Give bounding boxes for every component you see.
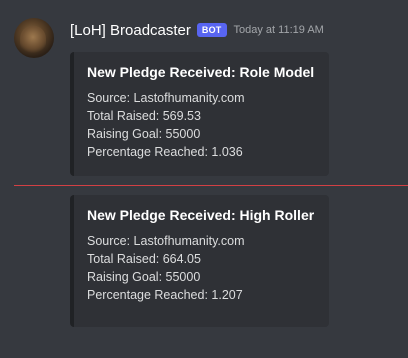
embed-raising-goal: Raising Goal: 55000 [87,270,201,284]
bot-badge: BOT [196,23,227,37]
embed-total-raised: Total Raised: 569.53 [87,109,201,123]
embed-percentage: Percentage Reached: 1.207 [87,288,243,302]
embed-pledge-1: New Pledge Received: Role Model Source: … [70,52,329,176]
avatar-image [20,26,46,54]
embed-raising-goal: Raising Goal: 55000 [87,127,201,141]
embed-source: Source: Lastofhumanity.com [87,91,245,105]
bot-message: [LoH] Broadcaster BOT Today at 11:19 AM … [0,0,408,358]
timestamp[interactable]: Today at 11:19 AM [234,24,324,36]
embed-total-raised: Total Raised: 664.05 [87,252,201,266]
embed-pledge-2: New Pledge Received: High Roller Source:… [70,195,329,327]
embed-source: Source: Lastofhumanity.com [87,234,245,248]
embed-percentage: Percentage Reached: 1.036 [87,145,243,159]
message-header: [LoH] Broadcaster BOT Today at 11:19 AM [70,19,324,41]
embed-title: New Pledge Received: Role Model [87,64,315,80]
new-messages-divider [14,185,408,186]
username[interactable]: [LoH] Broadcaster [70,22,191,39]
embed-title: New Pledge Received: High Roller [87,207,315,223]
avatar[interactable] [14,18,54,58]
